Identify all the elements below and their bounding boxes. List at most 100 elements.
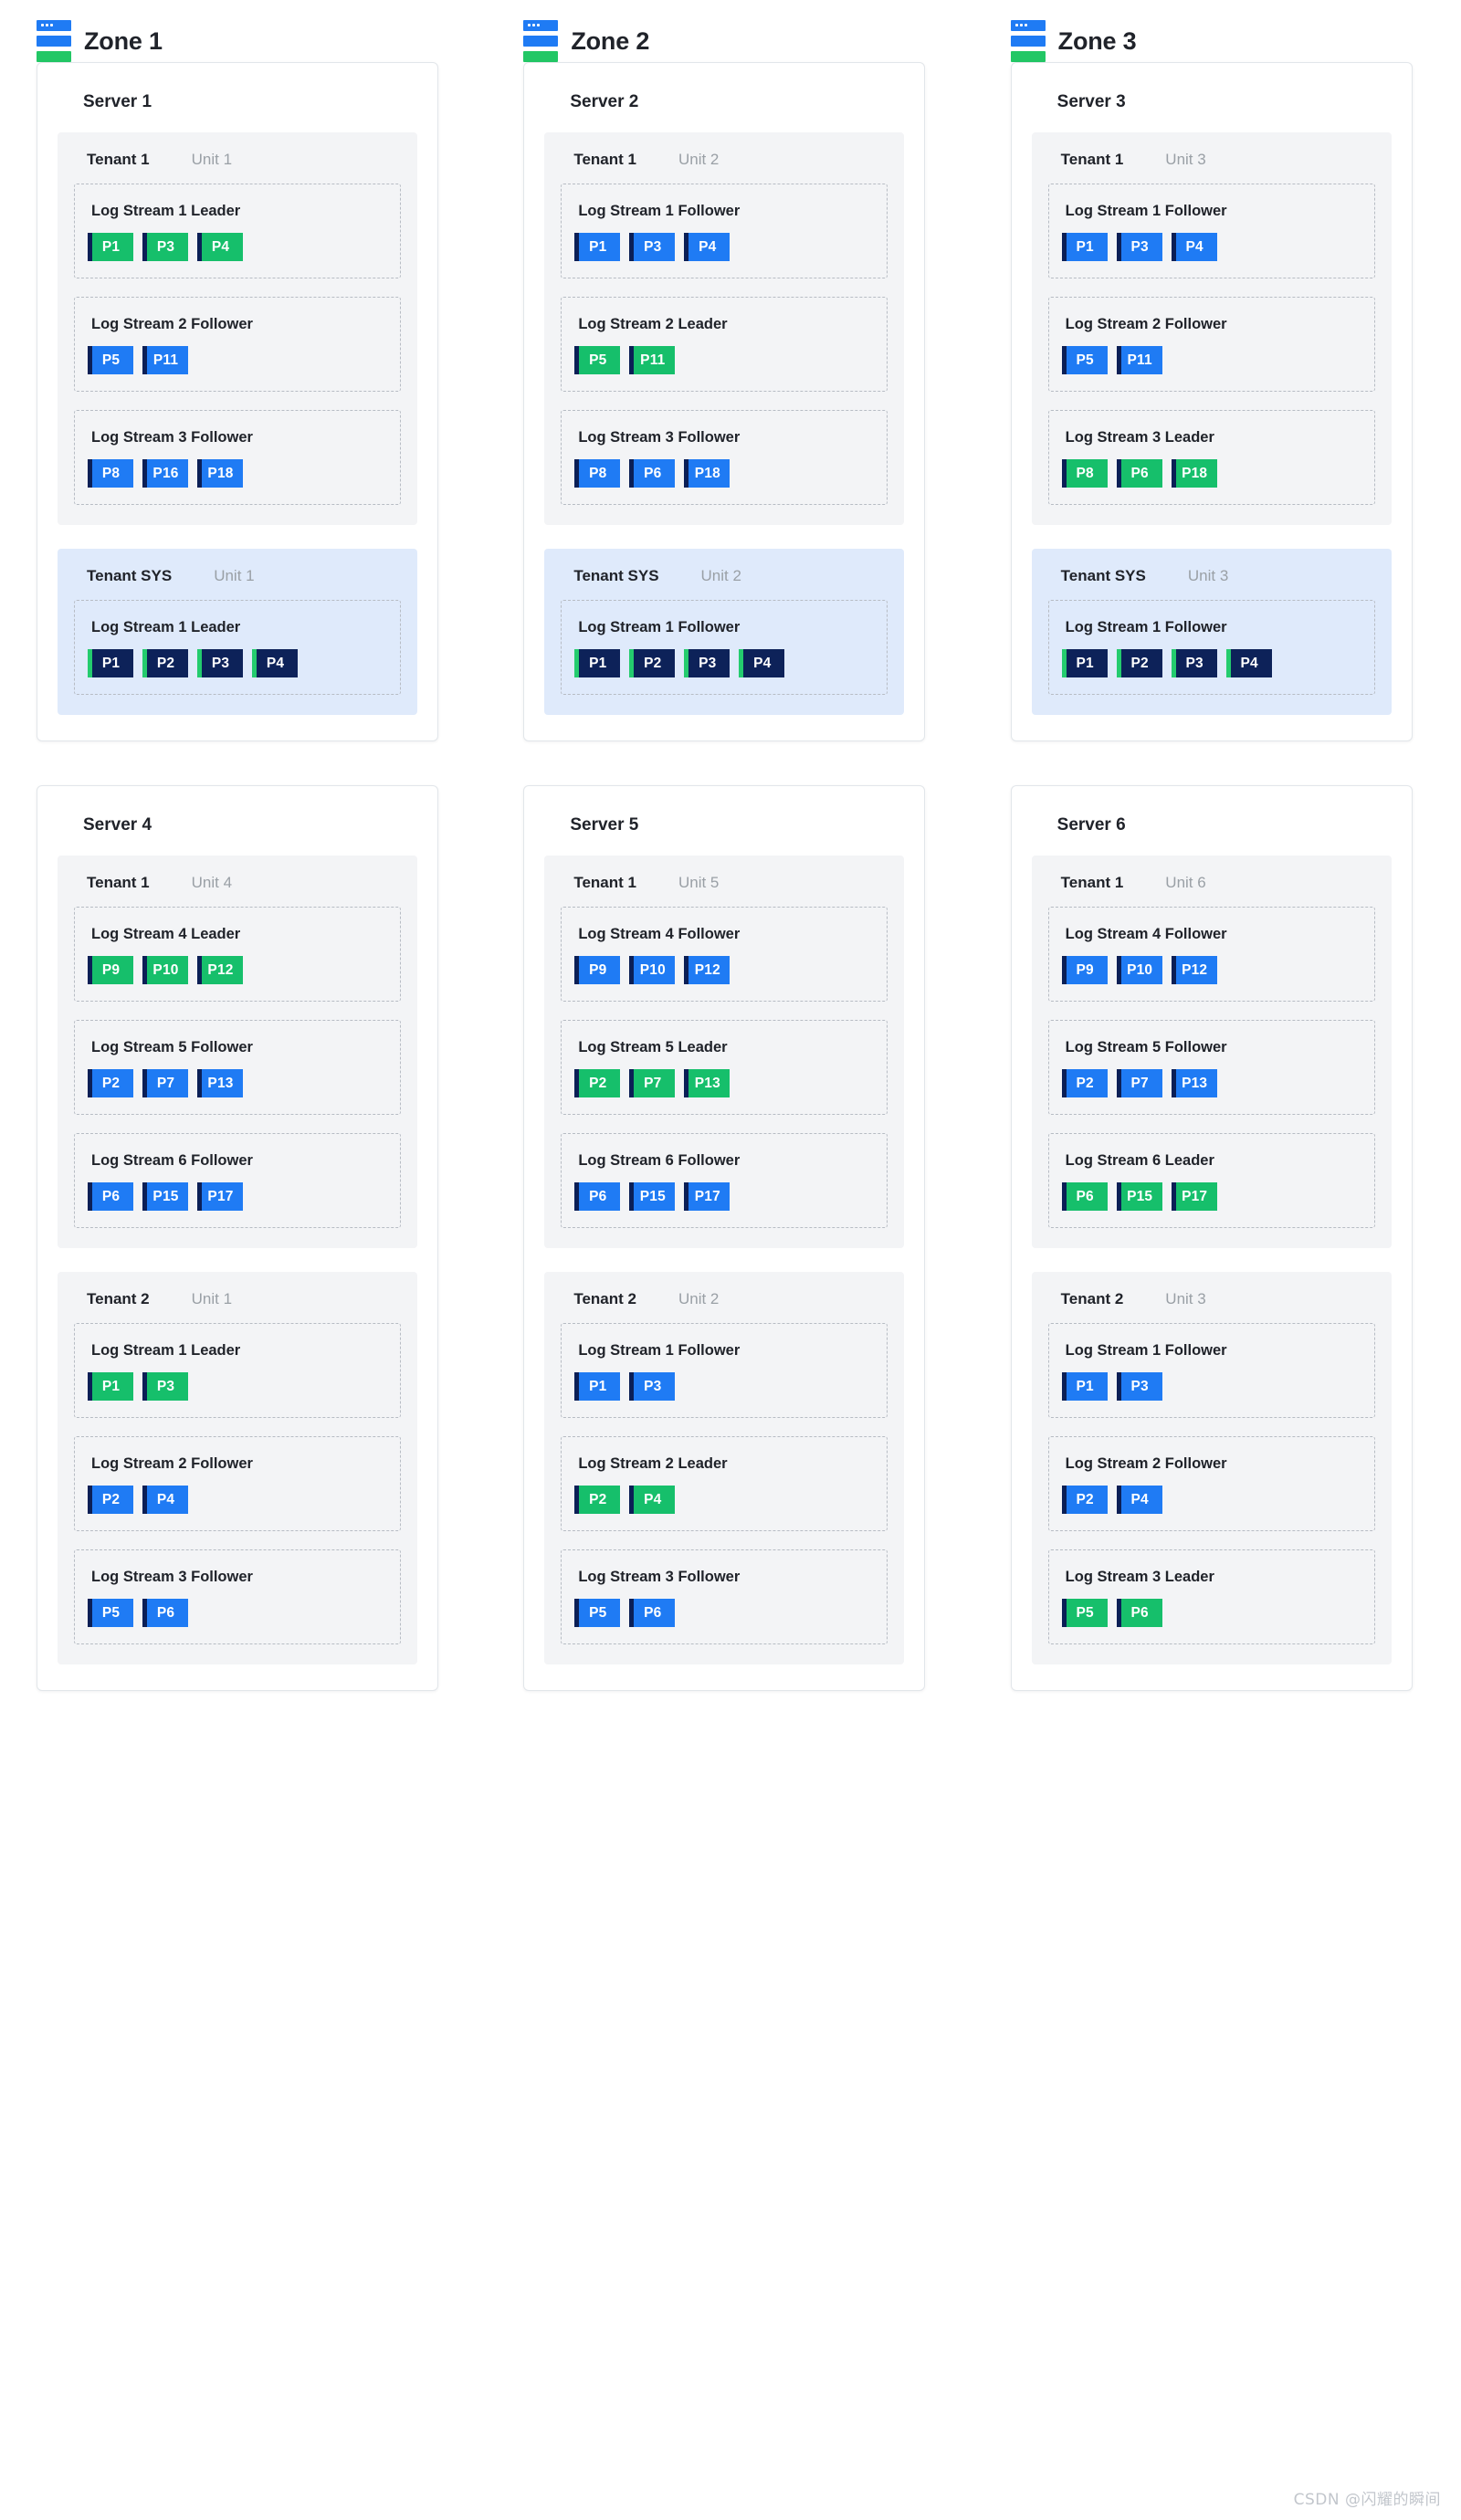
zone-header-1: Zone 1 xyxy=(0,20,487,62)
partition-chip: P5 xyxy=(88,1599,133,1627)
partition-chip: P11 xyxy=(142,346,188,374)
log-stream-box: Log Stream 6 Follower P6 P15 P17 xyxy=(74,1133,401,1228)
partition-chip: P12 xyxy=(684,956,730,984)
log-stream-box: Log Stream 1 Follower P1 P2 P3 P4 xyxy=(561,600,888,695)
partition-chip: P18 xyxy=(197,459,243,488)
log-stream-title: Log Stream 1 Follower xyxy=(1065,619,1227,635)
partition-chip: P12 xyxy=(197,956,243,984)
tenant-block: Tenant 2 Unit 3 Log Stream 1 Follower P1 P3 L… xyxy=(1031,1272,1392,1664)
log-stream-title: Log Stream 3 Follower xyxy=(91,1569,253,1585)
zone-icon-bar-top xyxy=(1010,20,1046,31)
log-stream-title: Log Stream 1 Follower xyxy=(578,619,741,635)
log-stream-title: Log Stream 2 Follower xyxy=(1065,316,1227,332)
log-stream-title: Log Stream 2 Follower xyxy=(91,1455,253,1472)
log-stream-box: Log Stream 2 Leader P5 P11 xyxy=(561,297,888,392)
partition-chip: P4 xyxy=(197,233,243,261)
partition-chip: P2 xyxy=(629,649,676,677)
tenant-name: Tenant SYS xyxy=(573,567,659,584)
server-title: Server 5 xyxy=(570,815,639,835)
partition-chip: P2 xyxy=(1061,1486,1108,1514)
log-stream-title: Log Stream 1 Follower xyxy=(578,1342,741,1359)
partition-chip: P3 xyxy=(142,1372,188,1401)
partition-chip: P18 xyxy=(684,459,730,488)
tenant-name: Tenant 1 xyxy=(87,874,150,891)
tenant-unit: Unit 6 xyxy=(1165,874,1206,891)
partition-chip: P9 xyxy=(574,956,621,984)
server-column-1: Server 1 Tenant 1 Unit 1 Log Stream 1 Leade… xyxy=(0,62,487,741)
tenant-unit: Unit 3 xyxy=(1165,1290,1206,1307)
partition-chip-list: P6 P15 P17 xyxy=(88,1182,387,1211)
partition-chip: P7 xyxy=(142,1069,188,1097)
log-stream-box: Log Stream 1 Leader P1 P3 xyxy=(74,1323,401,1418)
partition-chip: P1 xyxy=(88,1372,133,1401)
tenant-header: Tenant 2 Unit 2 xyxy=(573,1290,888,1308)
tenant-unit: Unit 4 xyxy=(191,874,233,891)
partition-chip-list: P1 P3 xyxy=(574,1372,874,1401)
partition-chip: P18 xyxy=(1171,459,1217,488)
partition-chip: P5 xyxy=(1061,346,1108,374)
partition-chip: P4 xyxy=(684,233,730,261)
server-column-1: Server 4 Tenant 1 Unit 4 Log Stream 4 Leade… xyxy=(0,785,487,1691)
partition-chip: P15 xyxy=(142,1182,188,1211)
log-stream-box: Log Stream 1 Follower P1 P3 xyxy=(561,1323,888,1418)
partition-chip-list: P5 P11 xyxy=(1061,346,1361,374)
partition-chip: P7 xyxy=(1116,1069,1162,1097)
server-title: Server 4 xyxy=(83,815,152,835)
partition-chip: P4 xyxy=(1116,1486,1162,1514)
tenant-block: Tenant 1 Unit 4 Log Stream 4 Leader P9 P10 P1… xyxy=(58,856,417,1248)
partition-chip: P4 xyxy=(739,649,785,677)
partition-chip: P3 xyxy=(142,233,188,261)
partition-chip: P6 xyxy=(629,1599,676,1627)
partition-chip-list: P1 P2 P3 P4 xyxy=(574,649,874,677)
partition-chip-list: P2 P4 xyxy=(1061,1486,1361,1514)
tenant-header: Tenant 1 Unit 2 xyxy=(573,151,888,169)
log-stream-box: Log Stream 1 Follower P1 P2 P3 P4 xyxy=(1047,600,1375,695)
tenant-name: Tenant 1 xyxy=(573,151,636,168)
partition-chip-list: P2 P7 P13 xyxy=(88,1069,387,1097)
partition-chip-list: P5 P6 xyxy=(88,1599,387,1627)
server-row-2: Server 4 Tenant 1 Unit 4 Log Stream 4 Leade… xyxy=(0,785,1461,1691)
tenant-name: Tenant SYS xyxy=(87,567,173,584)
partition-chip: P8 xyxy=(574,459,621,488)
tenant-header: Tenant 1 Unit 5 xyxy=(573,874,888,892)
tenant-unit: Unit 1 xyxy=(214,567,255,584)
log-stream-box: Log Stream 4 Follower P9 P10 P12 xyxy=(1047,907,1375,1002)
partition-chip: P1 xyxy=(574,1372,621,1401)
log-stream-title: Log Stream 1 Leader xyxy=(91,203,241,219)
partition-chip: P12 xyxy=(1171,956,1217,984)
tenant-header: Tenant 1 Unit 3 xyxy=(1061,151,1375,169)
partition-chip-list: P5 P11 xyxy=(88,346,387,374)
partition-chip: P5 xyxy=(574,346,621,374)
partition-chip: P5 xyxy=(1061,1599,1108,1627)
server-title: Server 1 xyxy=(83,92,152,111)
server-row-1: Server 1 Tenant 1 Unit 1 Log Stream 1 Leade… xyxy=(0,62,1461,741)
log-stream-title: Log Stream 3 Follower xyxy=(578,1569,741,1585)
server-column-3: Server 3 Tenant 1 Unit 3 Log Stream 1 Follo… xyxy=(974,62,1461,741)
tenant-unit: Unit 5 xyxy=(678,874,720,891)
partition-chip: P3 xyxy=(684,649,730,677)
tenant-block: Tenant SYS Unit 2 Log Stream 1 Follower P1 P… xyxy=(544,549,905,715)
partition-chip: P1 xyxy=(574,233,621,261)
log-stream-title: Log Stream 5 Leader xyxy=(578,1039,728,1055)
log-stream-title: Log Stream 5 Follower xyxy=(91,1039,253,1055)
partition-chip: P4 xyxy=(142,1486,188,1514)
server-card: Server 6 Tenant 1 Unit 6 Log Stream 4 Follo… xyxy=(1010,785,1413,1691)
server-card: Server 1 Tenant 1 Unit 1 Log Stream 1 Leade… xyxy=(37,62,438,741)
partition-chip: P9 xyxy=(1061,956,1108,984)
log-stream-title: Log Stream 3 Leader xyxy=(1065,429,1214,446)
server-card: Server 4 Tenant 1 Unit 4 Log Stream 4 Leade… xyxy=(37,785,438,1691)
partition-chip-list: P6 P15 P17 xyxy=(574,1182,874,1211)
log-stream-title: Log Stream 1 Follower xyxy=(1065,1342,1227,1359)
partition-chip-list: P1 P3 P4 xyxy=(88,233,387,261)
log-stream-title: Log Stream 1 Leader xyxy=(91,619,241,635)
log-stream-box: Log Stream 5 Follower P2 P7 P13 xyxy=(74,1020,401,1115)
server-card: Server 2 Tenant 1 Unit 2 Log Stream 1 Follo… xyxy=(523,62,926,741)
zone-title: Zone 2 xyxy=(571,26,650,55)
tenant-header: Tenant 2 Unit 3 xyxy=(1061,1290,1375,1308)
tenant-header: Tenant SYS Unit 2 xyxy=(573,567,888,585)
partition-chip: P17 xyxy=(197,1182,243,1211)
tenant-block: Tenant 2 Unit 1 Log Stream 1 Leader P1 P3 Log… xyxy=(58,1272,417,1664)
partition-chip-list: P8 P16 P18 xyxy=(88,459,387,488)
partition-chip: P4 xyxy=(252,649,298,677)
tenant-name: Tenant 2 xyxy=(87,1290,150,1307)
